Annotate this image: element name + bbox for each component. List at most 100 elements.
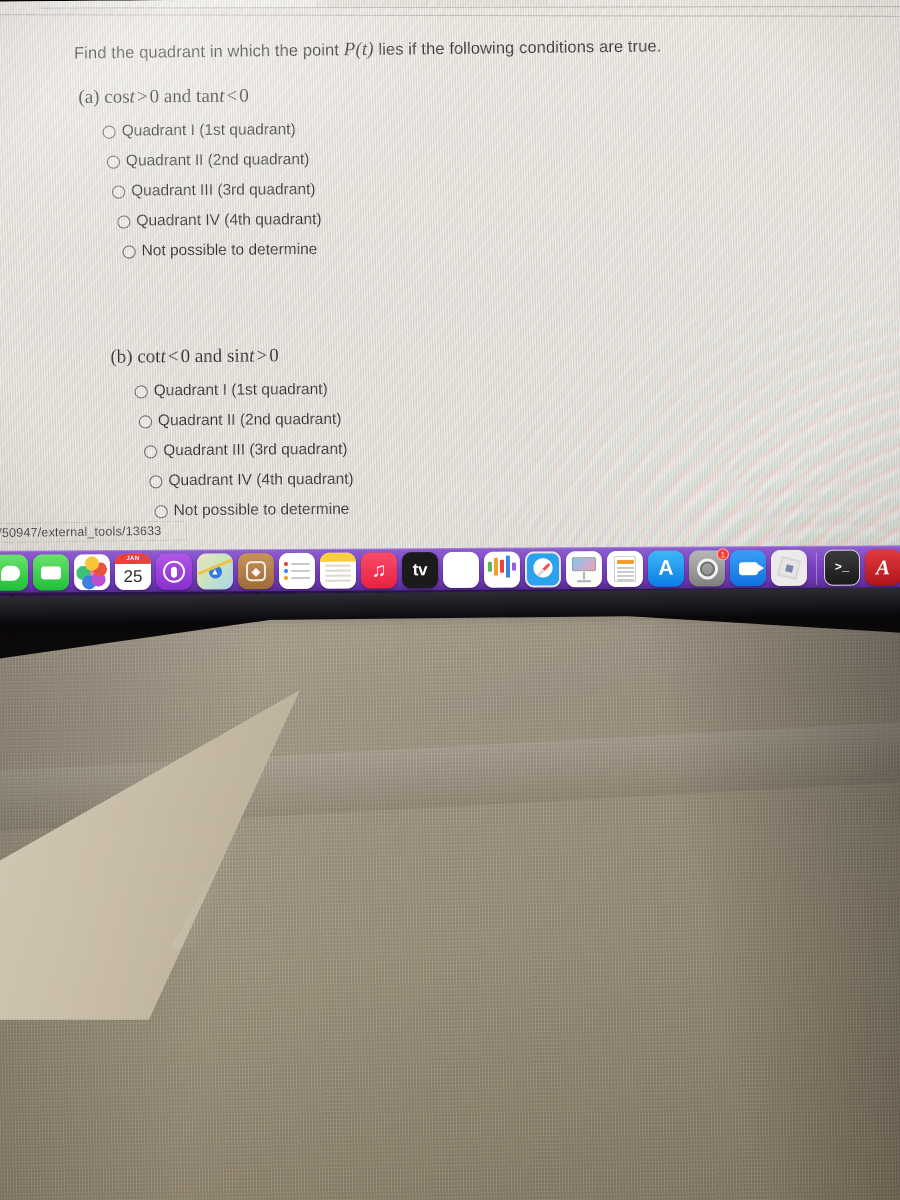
part-a-fn2: tan (195, 85, 220, 107)
radio-option[interactable]: Quadrant I (1st quadrant) (134, 375, 353, 407)
prompt-math-expression: P(t) (343, 38, 374, 61)
calendar-month-label: JAN (114, 553, 151, 565)
radio-option[interactable]: Quadrant II (2nd quadrant) (138, 405, 353, 437)
dock-item-music[interactable]: ♫ (360, 552, 399, 595)
calendar-icon[interactable]: JAN 25 (114, 553, 152, 591)
cloth-shadow-right (654, 589, 900, 1200)
apple-tv-icon[interactable]: tv (401, 552, 439, 589)
dock-item-roblox[interactable] (770, 549, 809, 588)
radio-option[interactable]: Quadrant III (3rd quadrant) (144, 435, 353, 467)
dock-item-safari[interactable] (524, 551, 563, 594)
podcasts-icon[interactable] (155, 553, 193, 590)
radio-option[interactable]: Quadrant IV (4th quadrant) (117, 205, 322, 237)
dock-item-maps[interactable]: ▲ (196, 553, 235, 591)
terminal-prompt-glyph: >_ (834, 560, 850, 575)
dock-item-pages[interactable] (606, 550, 645, 589)
radio-button-icon[interactable] (102, 125, 116, 139)
radio-option-label: Quadrant I (1st quadrant) (121, 121, 296, 140)
dock-item-facetime[interactable] (32, 554, 71, 592)
acrobat-icon[interactable]: A (864, 549, 900, 586)
radio-button-icon[interactable] (149, 474, 163, 488)
radio-button-icon[interactable] (117, 215, 131, 229)
dock-item-news[interactable]: N (442, 551, 481, 590)
part-b-prefix: (b) (110, 346, 133, 368)
maps-icon[interactable]: ▲ (196, 553, 234, 590)
radio-button-icon[interactable] (106, 155, 120, 169)
part-a-fn1: cos (104, 86, 130, 108)
dock-item-reminders[interactable] (278, 552, 317, 591)
photograph-of-laptop-screen: Find the quadrant in which the point P(t… (0, 0, 900, 1200)
pages-icon[interactable] (606, 550, 644, 588)
radio-button-icon[interactable] (112, 185, 126, 199)
radio-button-icon[interactable] (122, 244, 136, 259)
calendar-day-label: 25 (123, 566, 143, 587)
app-store-icon[interactable]: A (647, 550, 685, 587)
radio-button-icon[interactable] (138, 414, 152, 428)
quiz-content: Find the quadrant in which the point P(t… (0, 0, 900, 562)
radio-button-icon[interactable] (134, 384, 148, 398)
facetime-icon[interactable] (32, 554, 70, 591)
laptop-screen: Find the quadrant in which the point P(t… (0, 0, 900, 608)
radio-option[interactable]: Not possible to determine (122, 235, 321, 267)
safari-icon[interactable] (524, 551, 562, 588)
dock-item-numbers[interactable] (483, 551, 522, 590)
photos-icon[interactable] (73, 554, 111, 591)
prompt-text-before: Find the quadrant in which the point (73, 41, 344, 63)
status-url-text: s/50947/external_tools/13633 (0, 523, 162, 541)
radio-option[interactable]: Quadrant III (3rd quadrant) (112, 175, 321, 207)
reminders-icon[interactable] (278, 552, 316, 590)
music-icon[interactable]: ♫ (360, 552, 398, 589)
part-b-op1: < (167, 346, 179, 368)
radio-option[interactable]: Quadrant II (2nd quadrant) (106, 145, 321, 177)
radio-option-label: Quadrant II (2nd quadrant) (157, 410, 342, 430)
question-prompt: Find the quadrant in which the point P(t… (74, 34, 814, 65)
dock-item-system-settings[interactable]: 1 (688, 548, 729, 593)
terminal-icon[interactable]: >_ (823, 549, 861, 586)
part-a-conjunction: and (163, 86, 192, 108)
part-a-prefix: (a) (78, 86, 100, 108)
radio-option-label: Not possible to determine (173, 500, 350, 520)
numbers-icon[interactable] (483, 551, 521, 588)
notes-icon[interactable] (319, 552, 357, 589)
part-b-val1: 0 (180, 346, 191, 368)
radio-button-icon[interactable] (144, 444, 158, 458)
part-b-conjunction: and (194, 345, 223, 368)
radio-option-label: Quadrant IV (4th quadrant) (168, 470, 354, 490)
radio-option-label: Quadrant III (3rd quadrant) (163, 440, 348, 460)
prompt-text-after: lies if the following conditions are tru… (373, 37, 662, 59)
part-b-options: Quadrant I (1st quadrant) Quadrant II (2… (111, 375, 354, 527)
radio-option-label: Quadrant III (3rd quadrant) (131, 181, 316, 200)
news-icon[interactable]: N (442, 551, 480, 589)
dock-item-app-store[interactable]: A (647, 550, 686, 589)
part-a-val1: 0 (149, 86, 160, 108)
part-a-op1: > (136, 86, 148, 108)
part-b-fn1: cot (137, 346, 161, 368)
radio-option[interactable]: Quadrant IV (4th quadrant) (149, 465, 354, 497)
dock-item-zoom[interactable] (729, 550, 768, 588)
roblox-icon[interactable] (770, 549, 808, 587)
part-b-val2: 0 (269, 345, 279, 367)
part-a-val2: 0 (239, 85, 249, 107)
messages-icon[interactable] (0, 554, 29, 591)
dock-item-notes[interactable] (319, 552, 358, 595)
zoom-camera-icon[interactable] (729, 550, 767, 587)
dock-item-calendar[interactable]: JAN 25 (114, 553, 153, 592)
dock-item-keynote[interactable] (565, 551, 604, 589)
dock-item-acrobat[interactable]: A (864, 549, 900, 592)
dock-item-tv[interactable]: tv (401, 552, 440, 590)
keynote-icon[interactable] (565, 551, 603, 588)
dock-divider (815, 552, 818, 585)
part-b-op2: > (256, 345, 268, 367)
radio-button-icon[interactable] (154, 504, 168, 518)
question-part-b: (b) cott<0 and sint>0 Quadrant I (1st qu… (110, 345, 354, 527)
part-b-condition: (b) cott<0 and sint>0 (110, 345, 352, 369)
dock-item-podcasts[interactable] (155, 553, 194, 592)
radio-option[interactable]: Quadrant I (1st quadrant) (102, 115, 321, 147)
dock-items: JAN 25 ▲ ◈ ♫ tv N A 1 >_ A (0, 548, 900, 597)
dock-item-messages[interactable] (0, 554, 30, 597)
dock-item-terminal[interactable]: >_ (823, 549, 862, 592)
dock-item-freeform[interactable]: ◈ (237, 553, 276, 596)
freeform-icon[interactable]: ◈ (237, 553, 275, 590)
dock-item-photos[interactable] (73, 554, 112, 592)
acrobat-glyph: A (875, 554, 891, 579)
